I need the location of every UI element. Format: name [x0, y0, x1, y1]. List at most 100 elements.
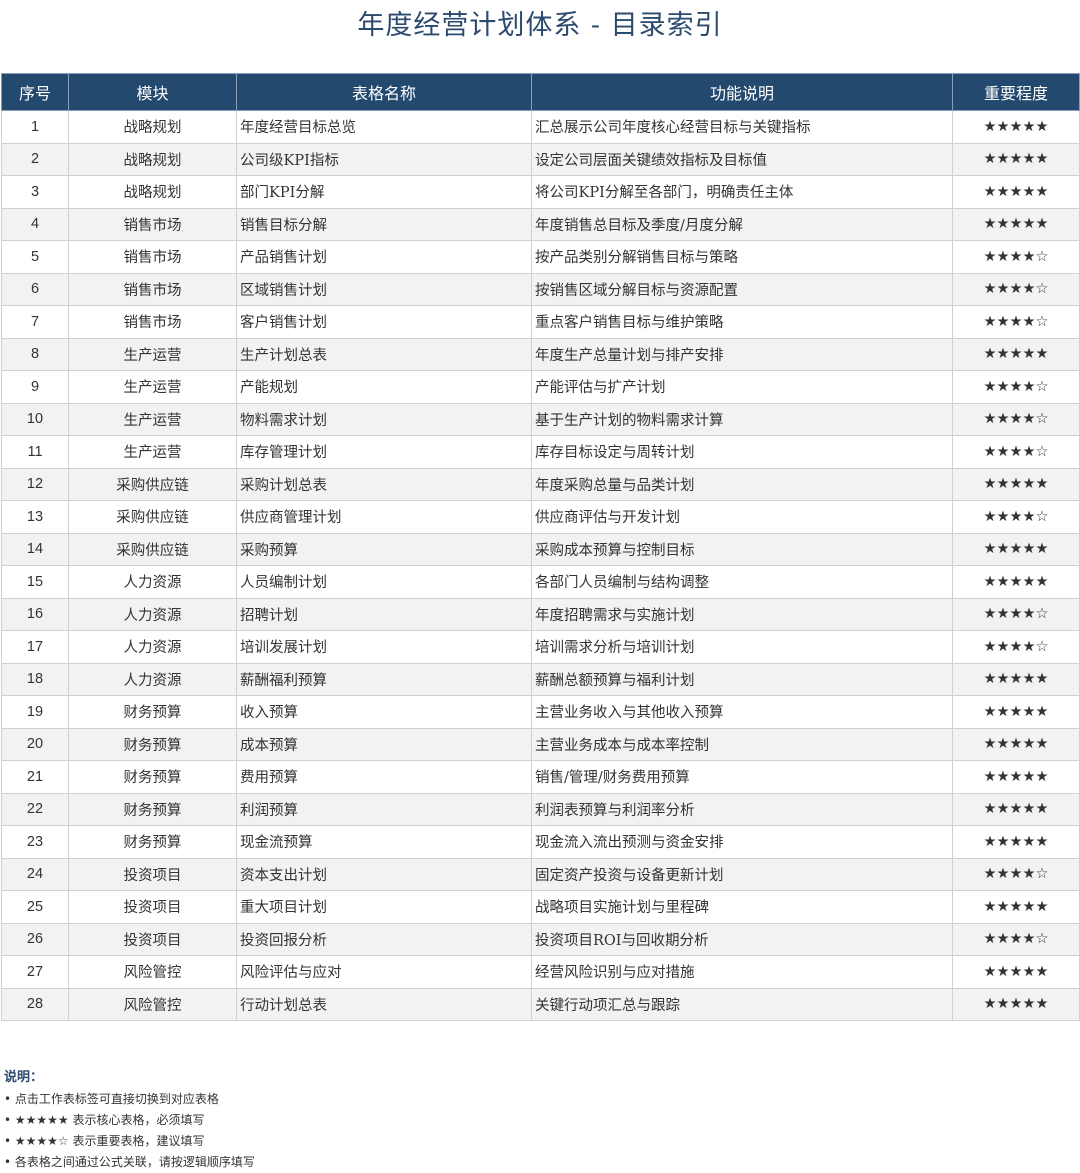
- row-module: 生产运营: [68, 370, 237, 404]
- notes-section: 说明： • 点击工作表标签可直接切换到对应表格 • ★★★★★ 表示核心表格，必…: [4, 1066, 255, 1173]
- row-number: 22: [1, 792, 69, 826]
- table-row[interactable]: 26 投资项目 投资回报分析 投资项目ROI与回收期分析 ★★★★☆: [1, 922, 1080, 956]
- row-number: 3: [1, 175, 69, 209]
- row-number: 7: [1, 305, 69, 339]
- table-row[interactable]: 24 投资项目 资本支出计划 固定资产投资与设备更新计划 ★★★★☆: [1, 857, 1080, 891]
- page-title: 年度经营计划体系 - 目录索引: [357, 10, 723, 41]
- row-importance-stars: ★★★★☆: [952, 305, 1080, 339]
- row-sheet-name[interactable]: 薪酬福利预算: [236, 662, 532, 696]
- row-sheet-name[interactable]: 招聘计划: [236, 597, 532, 631]
- row-description: 年度生产总量计划与排产安排: [531, 337, 953, 371]
- table-row[interactable]: 6 销售市场 区域销售计划 按销售区域分解目标与资源配置 ★★★★☆: [1, 272, 1080, 306]
- table-row[interactable]: 22 财务预算 利润预算 利润表预算与利润率分析 ★★★★★: [1, 792, 1080, 826]
- row-sheet-name[interactable]: 部门KPI分解: [236, 175, 532, 209]
- row-sheet-name[interactable]: 生产计划总表: [236, 337, 532, 371]
- row-description: 产能评估与扩产计划: [531, 370, 953, 404]
- table-row[interactable]: 5 销售市场 产品销售计划 按产品类别分解销售目标与策略 ★★★★☆: [1, 240, 1080, 274]
- row-number: 5: [1, 240, 69, 274]
- row-description: 培训需求分析与培训计划: [531, 630, 953, 664]
- row-description: 按销售区域分解目标与资源配置: [531, 272, 953, 306]
- row-sheet-name[interactable]: 成本预算: [236, 727, 532, 761]
- row-module: 人力资源: [68, 662, 237, 696]
- row-sheet-name[interactable]: 重大项目计划: [236, 890, 532, 924]
- row-sheet-name[interactable]: 库存管理计划: [236, 435, 532, 469]
- table-row[interactable]: 11 生产运营 库存管理计划 库存目标设定与周转计划 ★★★★☆: [1, 435, 1080, 469]
- table-row[interactable]: 10 生产运营 物料需求计划 基于生产计划的物料需求计算 ★★★★☆: [1, 402, 1080, 436]
- row-importance-stars: ★★★★☆: [952, 272, 1080, 306]
- row-sheet-name[interactable]: 人员编制计划: [236, 565, 532, 599]
- table-row[interactable]: 13 采购供应链 供应商管理计划 供应商评估与开发计划 ★★★★☆: [1, 500, 1080, 534]
- row-sheet-name[interactable]: 物料需求计划: [236, 402, 532, 436]
- row-sheet-name[interactable]: 资本支出计划: [236, 857, 532, 891]
- row-sheet-name[interactable]: 投资回报分析: [236, 922, 532, 956]
- table-row[interactable]: 12 采购供应链 采购计划总表 年度采购总量与品类计划 ★★★★★: [1, 467, 1080, 501]
- table-row[interactable]: 2 战略规划 公司级KPI指标 设定公司层面关键绩效指标及目标值 ★★★★★: [1, 142, 1080, 176]
- row-number: 6: [1, 272, 69, 306]
- row-sheet-name[interactable]: 年度经营目标总览: [236, 110, 532, 144]
- row-description: 利润表预算与利润率分析: [531, 792, 953, 826]
- row-sheet-name[interactable]: 现金流预算: [236, 825, 532, 859]
- row-number: 25: [1, 890, 69, 924]
- row-sheet-name[interactable]: 培训发展计划: [236, 630, 532, 664]
- table-row[interactable]: 15 人力资源 人员编制计划 各部门人员编制与结构调整 ★★★★★: [1, 565, 1080, 599]
- row-module: 战略规划: [68, 142, 237, 176]
- row-number: 10: [1, 402, 69, 436]
- row-module: 财务预算: [68, 792, 237, 826]
- row-description: 库存目标设定与周转计划: [531, 435, 953, 469]
- row-sheet-name[interactable]: 收入预算: [236, 695, 532, 729]
- row-sheet-name[interactable]: 行动计划总表: [236, 987, 532, 1021]
- row-importance-stars: ★★★★★: [952, 565, 1080, 599]
- table-row[interactable]: 1 战略规划 年度经营目标总览 汇总展示公司年度核心经营目标与关键指标 ★★★★★: [1, 110, 1080, 144]
- table-row[interactable]: 20 财务预算 成本预算 主营业务成本与成本率控制 ★★★★★: [1, 727, 1080, 761]
- row-importance-stars: ★★★★★: [952, 207, 1080, 241]
- row-importance-stars: ★★★★☆: [952, 597, 1080, 631]
- table-row[interactable]: 21 财务预算 费用预算 销售/管理/财务费用预算 ★★★★★: [1, 760, 1080, 794]
- row-module: 人力资源: [68, 597, 237, 631]
- row-importance-stars: ★★★★★: [952, 727, 1080, 761]
- row-sheet-name[interactable]: 区域销售计划: [236, 272, 532, 306]
- table-row[interactable]: 23 财务预算 现金流预算 现金流入流出预测与资金安排 ★★★★★: [1, 825, 1080, 859]
- row-sheet-name[interactable]: 公司级KPI指标: [236, 142, 532, 176]
- row-importance-stars: ★★★★★: [952, 532, 1080, 566]
- row-description: 年度采购总量与品类计划: [531, 467, 953, 501]
- row-sheet-name[interactable]: 费用预算: [236, 760, 532, 794]
- row-module: 投资项目: [68, 922, 237, 956]
- table-row[interactable]: 28 风险管控 行动计划总表 关键行动项汇总与跟踪 ★★★★★: [1, 987, 1080, 1021]
- row-description: 供应商评估与开发计划: [531, 500, 953, 534]
- row-importance-stars: ★★★★★: [952, 662, 1080, 696]
- row-sheet-name[interactable]: 销售目标分解: [236, 207, 532, 241]
- row-number: 15: [1, 565, 69, 599]
- row-importance-stars: ★★★★★: [952, 695, 1080, 729]
- row-description: 采购成本预算与控制目标: [531, 532, 953, 566]
- row-sheet-name[interactable]: 产能规划: [236, 370, 532, 404]
- row-sheet-name[interactable]: 产品销售计划: [236, 240, 532, 274]
- note-line: • ★★★★★ 表示核心表格，必须填写: [4, 1113, 205, 1127]
- row-sheet-name[interactable]: 利润预算: [236, 792, 532, 826]
- row-module: 投资项目: [68, 857, 237, 891]
- row-module: 财务预算: [68, 760, 237, 794]
- row-sheet-name[interactable]: 风险评估与应对: [236, 955, 532, 989]
- table-row[interactable]: 16 人力资源 招聘计划 年度招聘需求与实施计划 ★★★★☆: [1, 597, 1080, 631]
- table-row[interactable]: 7 销售市场 客户销售计划 重点客户销售目标与维护策略 ★★★★☆: [1, 305, 1080, 339]
- row-description: 经营风险识别与应对措施: [531, 955, 953, 989]
- table-row[interactable]: 27 风险管控 风险评估与应对 经营风险识别与应对措施 ★★★★★: [1, 955, 1080, 989]
- note-line: • 各表格之间通过公式关联，请按逻辑顺序填写: [4, 1155, 255, 1169]
- row-importance-stars: ★★★★★: [952, 142, 1080, 176]
- table-row[interactable]: 3 战略规划 部门KPI分解 将公司KPI分解至各部门，明确责任主体 ★★★★★: [1, 175, 1080, 209]
- row-sheet-name[interactable]: 采购预算: [236, 532, 532, 566]
- table-row[interactable]: 25 投资项目 重大项目计划 战略项目实施计划与里程碑 ★★★★★: [1, 890, 1080, 924]
- table-row[interactable]: 17 人力资源 培训发展计划 培训需求分析与培训计划 ★★★★☆: [1, 630, 1080, 664]
- table-row[interactable]: 18 人力资源 薪酬福利预算 薪酬总额预算与福利计划 ★★★★★: [1, 662, 1080, 696]
- row-description: 关键行动项汇总与跟踪: [531, 987, 953, 1021]
- row-sheet-name[interactable]: 客户销售计划: [236, 305, 532, 339]
- row-module: 销售市场: [68, 240, 237, 274]
- table-row[interactable]: 19 财务预算 收入预算 主营业务收入与其他收入预算 ★★★★★: [1, 695, 1080, 729]
- table-row[interactable]: 9 生产运营 产能规划 产能评估与扩产计划 ★★★★☆: [1, 370, 1080, 404]
- row-description: 投资项目ROI与回收期分析: [531, 922, 953, 956]
- table-row[interactable]: 4 销售市场 销售目标分解 年度销售总目标及季度/月度分解 ★★★★★: [1, 207, 1080, 241]
- table-row[interactable]: 14 采购供应链 采购预算 采购成本预算与控制目标 ★★★★★: [1, 532, 1080, 566]
- row-sheet-name[interactable]: 供应商管理计划: [236, 500, 532, 534]
- row-importance-stars: ★★★★★: [952, 890, 1080, 924]
- table-row[interactable]: 8 生产运营 生产计划总表 年度生产总量计划与排产安排 ★★★★★: [1, 337, 1080, 371]
- row-sheet-name[interactable]: 采购计划总表: [236, 467, 532, 501]
